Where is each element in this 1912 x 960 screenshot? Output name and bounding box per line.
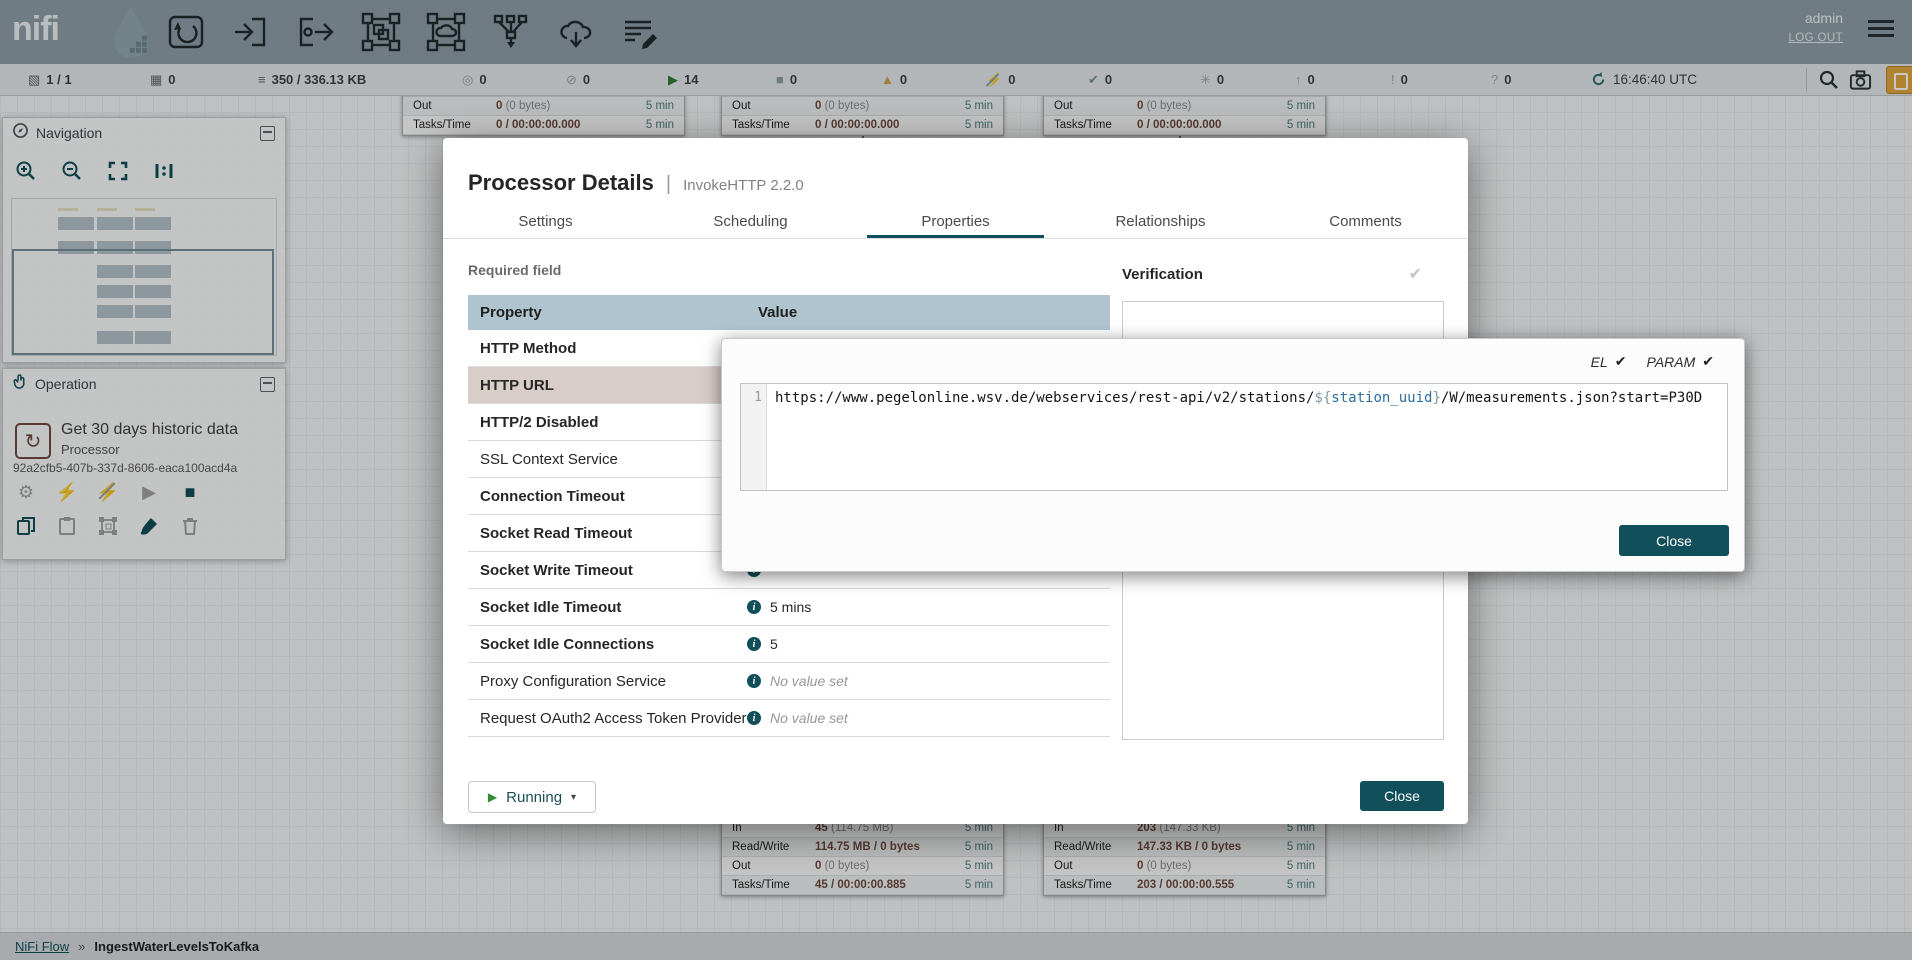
el-supported-badge: EL✔ [1591, 353, 1627, 370]
dialog-title-separator: | [666, 173, 671, 196]
tab-scheduling[interactable]: Scheduling [648, 204, 853, 238]
tab-properties[interactable]: Properties [853, 204, 1058, 238]
property-name: Socket Idle Timeout [480, 589, 621, 625]
property-value[interactable]: 5 mins [770, 589, 811, 625]
url-segment-brace: } [1432, 390, 1440, 406]
property-value-editor[interactable]: 1 https://www.pegelonline.wsv.de/webserv… [740, 383, 1728, 491]
property-value[interactable]: 5 [770, 626, 778, 662]
property-name: Socket Idle Connections [480, 626, 654, 662]
editor-code-line[interactable]: https://www.pegelonline.wsv.de/webservic… [767, 384, 1727, 490]
url-segment-variable: station_uuid [1331, 390, 1432, 406]
verification-check-icon: ✔ [1409, 264, 1422, 284]
dialog-title: Processor Details [468, 170, 654, 196]
tab-settings[interactable]: Settings [443, 204, 648, 238]
property-row-proxy-configuration-service[interactable]: Proxy Configuration Service i No value set [468, 663, 1110, 700]
property-value[interactable]: No value set [770, 700, 848, 736]
info-icon[interactable]: i [747, 600, 761, 614]
url-segment-plain: /W/measurements.json?start=P30D [1441, 390, 1702, 406]
editor-close-button[interactable]: Close [1619, 525, 1729, 556]
run-state-dropdown[interactable]: ▶ Running ▾ [468, 781, 596, 813]
dialog-close-button[interactable]: Close [1360, 781, 1444, 811]
running-play-icon: ▶ [488, 790, 497, 804]
property-name: HTTP Method [480, 330, 576, 366]
property-value[interactable]: No value set [770, 663, 848, 699]
property-name: SSL Context Service [480, 441, 618, 477]
tabs-divider [443, 238, 1468, 239]
property-row-socket-idle-timeout[interactable]: Socket Idle Timeout i 5 mins [468, 589, 1110, 626]
value-column-header: Value [758, 304, 797, 321]
param-supported-badge: PARAM✔ [1647, 353, 1714, 370]
property-row-socket-idle-connections[interactable]: Socket Idle Connections i5 [468, 626, 1110, 663]
property-column-header: Property [468, 304, 758, 321]
editor-line-number: 1 [741, 384, 767, 490]
value-editor-popup: EL✔ PARAM✔ 1 https://www.pegelonline.wsv… [721, 338, 1745, 572]
chevron-down-icon: ▾ [571, 792, 576, 803]
tab-relationships[interactable]: Relationships [1058, 204, 1263, 238]
dialog-tabs: SettingsSchedulingPropertiesRelationship… [443, 204, 1468, 238]
property-name: Proxy Configuration Service [480, 663, 666, 699]
property-name: HTTP URL [480, 367, 554, 403]
el-check-icon: ✔ [1615, 353, 1627, 370]
url-segment-brace: ${ [1314, 390, 1331, 406]
param-check-icon: ✔ [1702, 353, 1714, 370]
property-row[interactable]: i [468, 737, 1110, 742]
info-icon[interactable]: i [747, 637, 761, 651]
property-name: Socket Read Timeout [480, 515, 632, 551]
run-state-label: Running [506, 789, 562, 806]
info-icon[interactable]: i [747, 674, 761, 688]
property-name: Connection Timeout [480, 478, 625, 514]
required-field-label: Required field [468, 262, 561, 278]
verification-label: Verification [1122, 266, 1203, 283]
property-name: Socket Write Timeout [480, 552, 633, 588]
info-icon[interactable]: i [747, 711, 761, 725]
url-segment-plain: https://www.pegelonline.wsv.de/webservic… [775, 390, 1314, 406]
property-name: HTTP/2 Disabled [480, 404, 598, 440]
property-name: Request OAuth2 Access Token Provider [480, 700, 742, 736]
dialog-subtitle: InvokeHTTP 2.2.0 [683, 177, 804, 194]
property-row-request-oauth2-access-token-provider[interactable]: Request OAuth2 Access Token Provider i No … [468, 700, 1110, 737]
tab-comments[interactable]: Comments [1263, 204, 1468, 238]
